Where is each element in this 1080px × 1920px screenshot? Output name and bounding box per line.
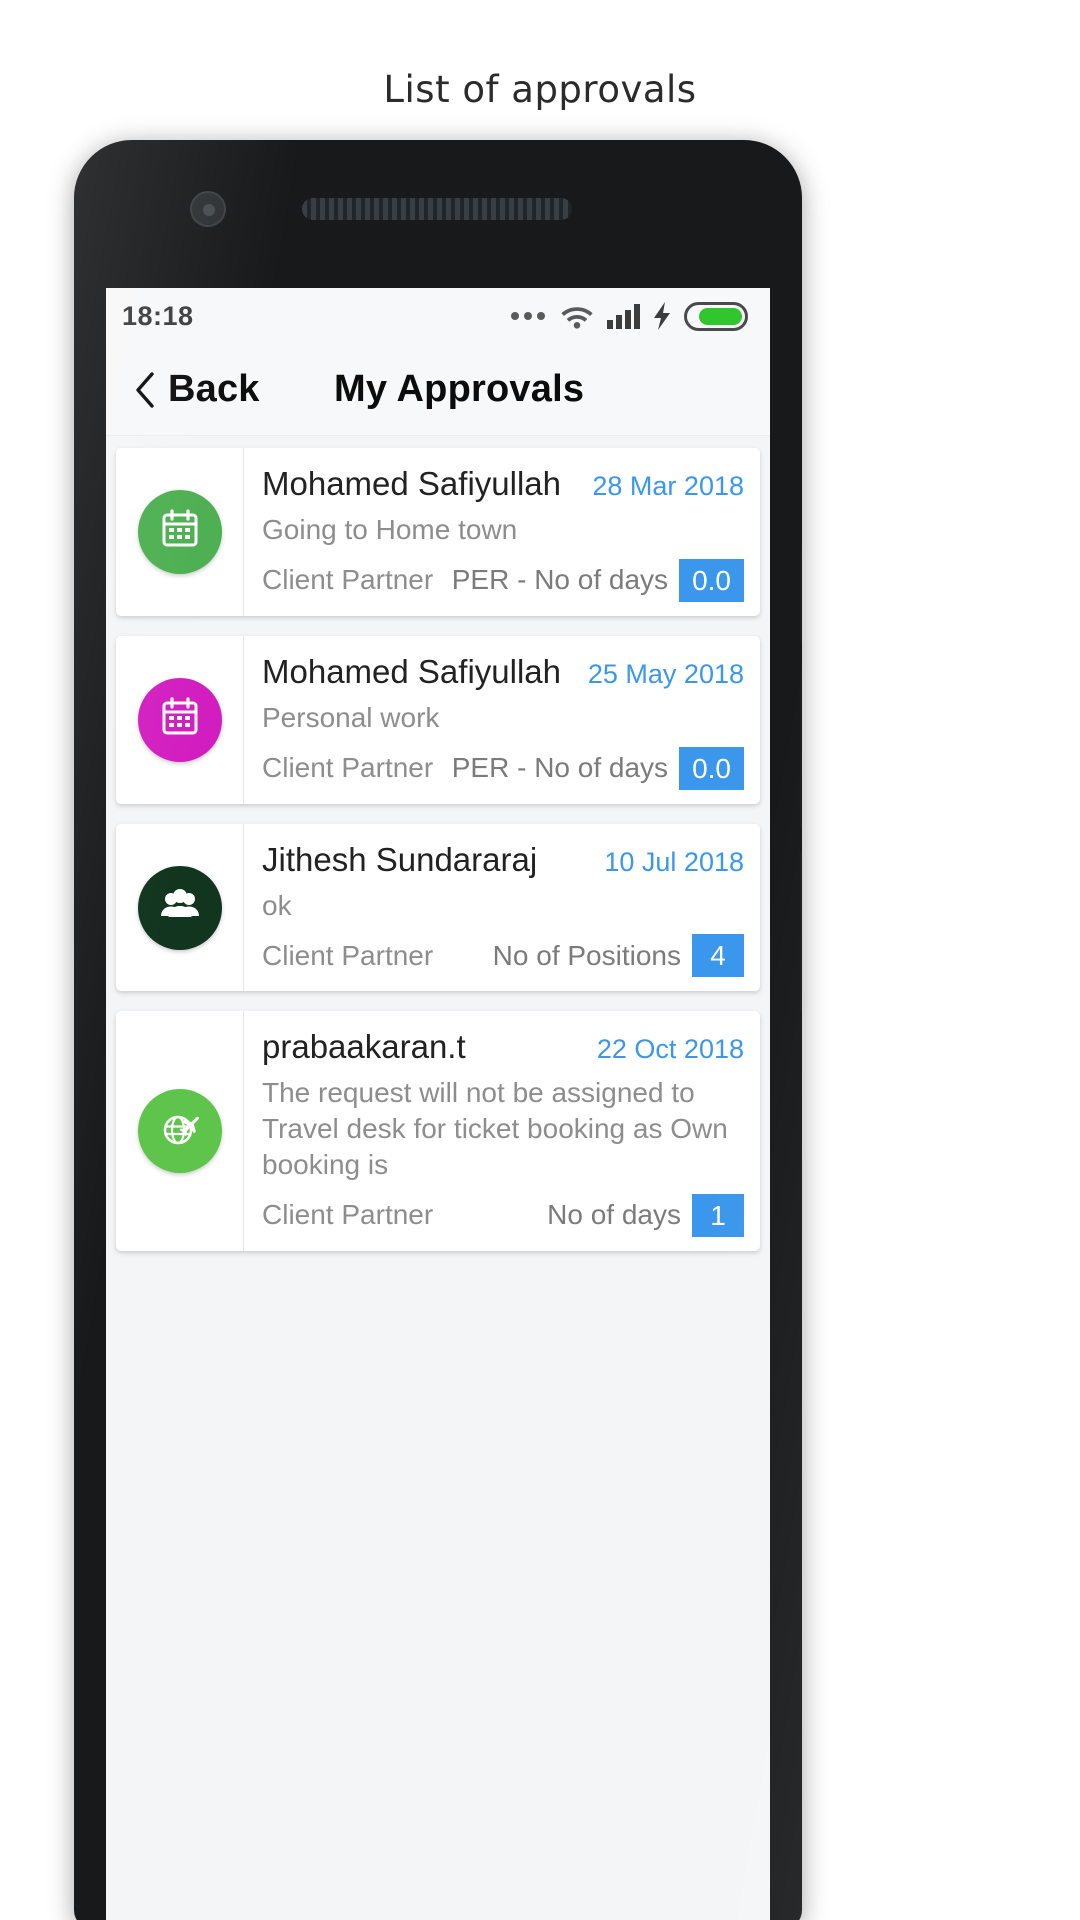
approval-metric: PER - No of days 0.0 (451, 558, 744, 602)
requester-name: Mohamed Safiyullah (262, 465, 561, 502)
metric-label: PER - No of days (451, 752, 669, 784)
charging-bolt-icon (653, 302, 671, 330)
more-dots-icon (511, 312, 545, 320)
approvals-list: Mohamed Safiyullah 28 Mar 2018 Going to … (106, 436, 770, 1251)
approval-card[interactable]: Jithesh Sundararaj 10 Jul 2018 ok Client… (116, 823, 760, 992)
app-navigation-bar: Back My Approvals (106, 344, 770, 436)
front-camera-icon (190, 191, 226, 227)
phone-volume-down-button[interactable] (800, 852, 802, 1012)
approval-icon-column (116, 1011, 244, 1251)
approval-date: 25 May 2018 (587, 658, 744, 689)
approval-details: Mohamed Safiyullah 25 May 2018 Personal … (244, 636, 760, 804)
approval-card[interactable]: prabaakaran.t 22 Oct 2018 The request wi… (116, 1011, 760, 1251)
avatar (137, 489, 222, 574)
page-title: My Approvals (334, 368, 585, 410)
approval-footer-row: Client Partner PER - No of days 0.0 (262, 558, 744, 602)
back-button-label: Back (168, 368, 260, 410)
status-bar: 18:18 (106, 288, 770, 344)
requester-role: Client Partner (262, 939, 434, 971)
approval-details: Jithesh Sundararaj 10 Jul 2018 ok Client… (244, 824, 760, 992)
requester-role: Client Partner (262, 1199, 434, 1231)
metric-label: No of Positions (492, 939, 681, 971)
calendar-icon (158, 507, 202, 556)
approval-reason: Going to Home town (262, 514, 518, 545)
back-button[interactable]: Back (106, 368, 260, 411)
approval-card[interactable]: Mohamed Safiyullah 28 Mar 2018 Going to … (116, 448, 760, 616)
phone-volume-up-button[interactable] (800, 670, 802, 830)
approval-footer-row: Client Partner No of days 1 (262, 1193, 744, 1237)
status-bar-clock: 18:18 (122, 300, 194, 331)
requester-role: Client Partner (262, 752, 434, 784)
approval-header-row: Mohamed Safiyullah 25 May 2018 (262, 653, 744, 691)
phone-side-button-top[interactable] (800, 550, 802, 646)
avatar (137, 677, 222, 762)
requester-name: Jithesh Sundararaj (262, 840, 538, 878)
chevron-left-icon (134, 371, 156, 408)
approval-header-row: prabaakaran.t 22 Oct 2018 (262, 1028, 744, 1066)
approval-date: 28 Mar 2018 (592, 471, 744, 501)
requester-name: Mohamed Safiyullah (262, 652, 561, 690)
approval-footer-row: Client Partner PER - No of days 0.0 (262, 746, 744, 790)
globe-airplane-icon (158, 1107, 202, 1156)
approval-reason: ok (262, 889, 292, 921)
phone-device-frame: 18:18 Back My Approvals Mohamed Safiyull… (74, 140, 802, 1920)
metric-value-badge: 1 (692, 1193, 744, 1237)
approval-metric: No of days 1 (547, 1193, 744, 1237)
metric-value-badge: 4 (692, 934, 744, 978)
avatar (137, 1089, 222, 1174)
requester-name: prabaakaran.t (262, 1028, 466, 1066)
approval-details: prabaakaran.t 22 Oct 2018 The request wi… (244, 1011, 760, 1250)
avatar (137, 865, 222, 950)
approval-details: Mohamed Safiyullah 28 Mar 2018 Going to … (244, 448, 760, 616)
approval-reason: The request will not be assigned to Trav… (262, 1077, 728, 1181)
earpiece-speaker (302, 198, 572, 220)
approval-date: 10 Jul 2018 (604, 846, 744, 877)
calendar-icon (158, 695, 202, 744)
approval-footer-row: Client Partner No of Positions 4 (262, 934, 744, 978)
approval-card[interactable]: Mohamed Safiyullah 25 May 2018 Personal … (116, 635, 760, 804)
approval-icon-column (116, 635, 244, 804)
approval-header-row: Mohamed Safiyullah 28 Mar 2018 (262, 465, 744, 503)
status-bar-icons (511, 301, 748, 331)
signal-bars-icon (607, 303, 640, 329)
approval-icon-column (116, 823, 244, 992)
approval-icon-column (116, 448, 244, 616)
metric-value-badge: 0.0 (679, 746, 744, 790)
metric-label: No of days (547, 1199, 681, 1231)
phone-top-bezel (74, 140, 802, 290)
approval-metric: PER - No of days 0.0 (451, 746, 744, 790)
approval-date: 22 Oct 2018 (596, 1034, 744, 1065)
group-people-icon (158, 883, 202, 932)
battery-icon (684, 301, 748, 331)
approval-reason: Personal work (262, 701, 440, 733)
figure-caption: List of approvals (383, 68, 697, 111)
metric-value-badge: 0.0 (679, 558, 744, 602)
approval-metric: No of Positions 4 (492, 934, 744, 978)
metric-label: PER - No of days (451, 564, 669, 596)
screenshot-root: List of approvals 18:18 Back My Approval… (0, 0, 1080, 1920)
approval-header-row: Jithesh Sundararaj 10 Jul 2018 (262, 841, 744, 879)
requester-role: Client Partner (262, 564, 434, 596)
phone-screen: 18:18 Back My Approvals Mohamed Safiyull… (106, 288, 770, 1920)
wifi-icon (560, 303, 594, 329)
